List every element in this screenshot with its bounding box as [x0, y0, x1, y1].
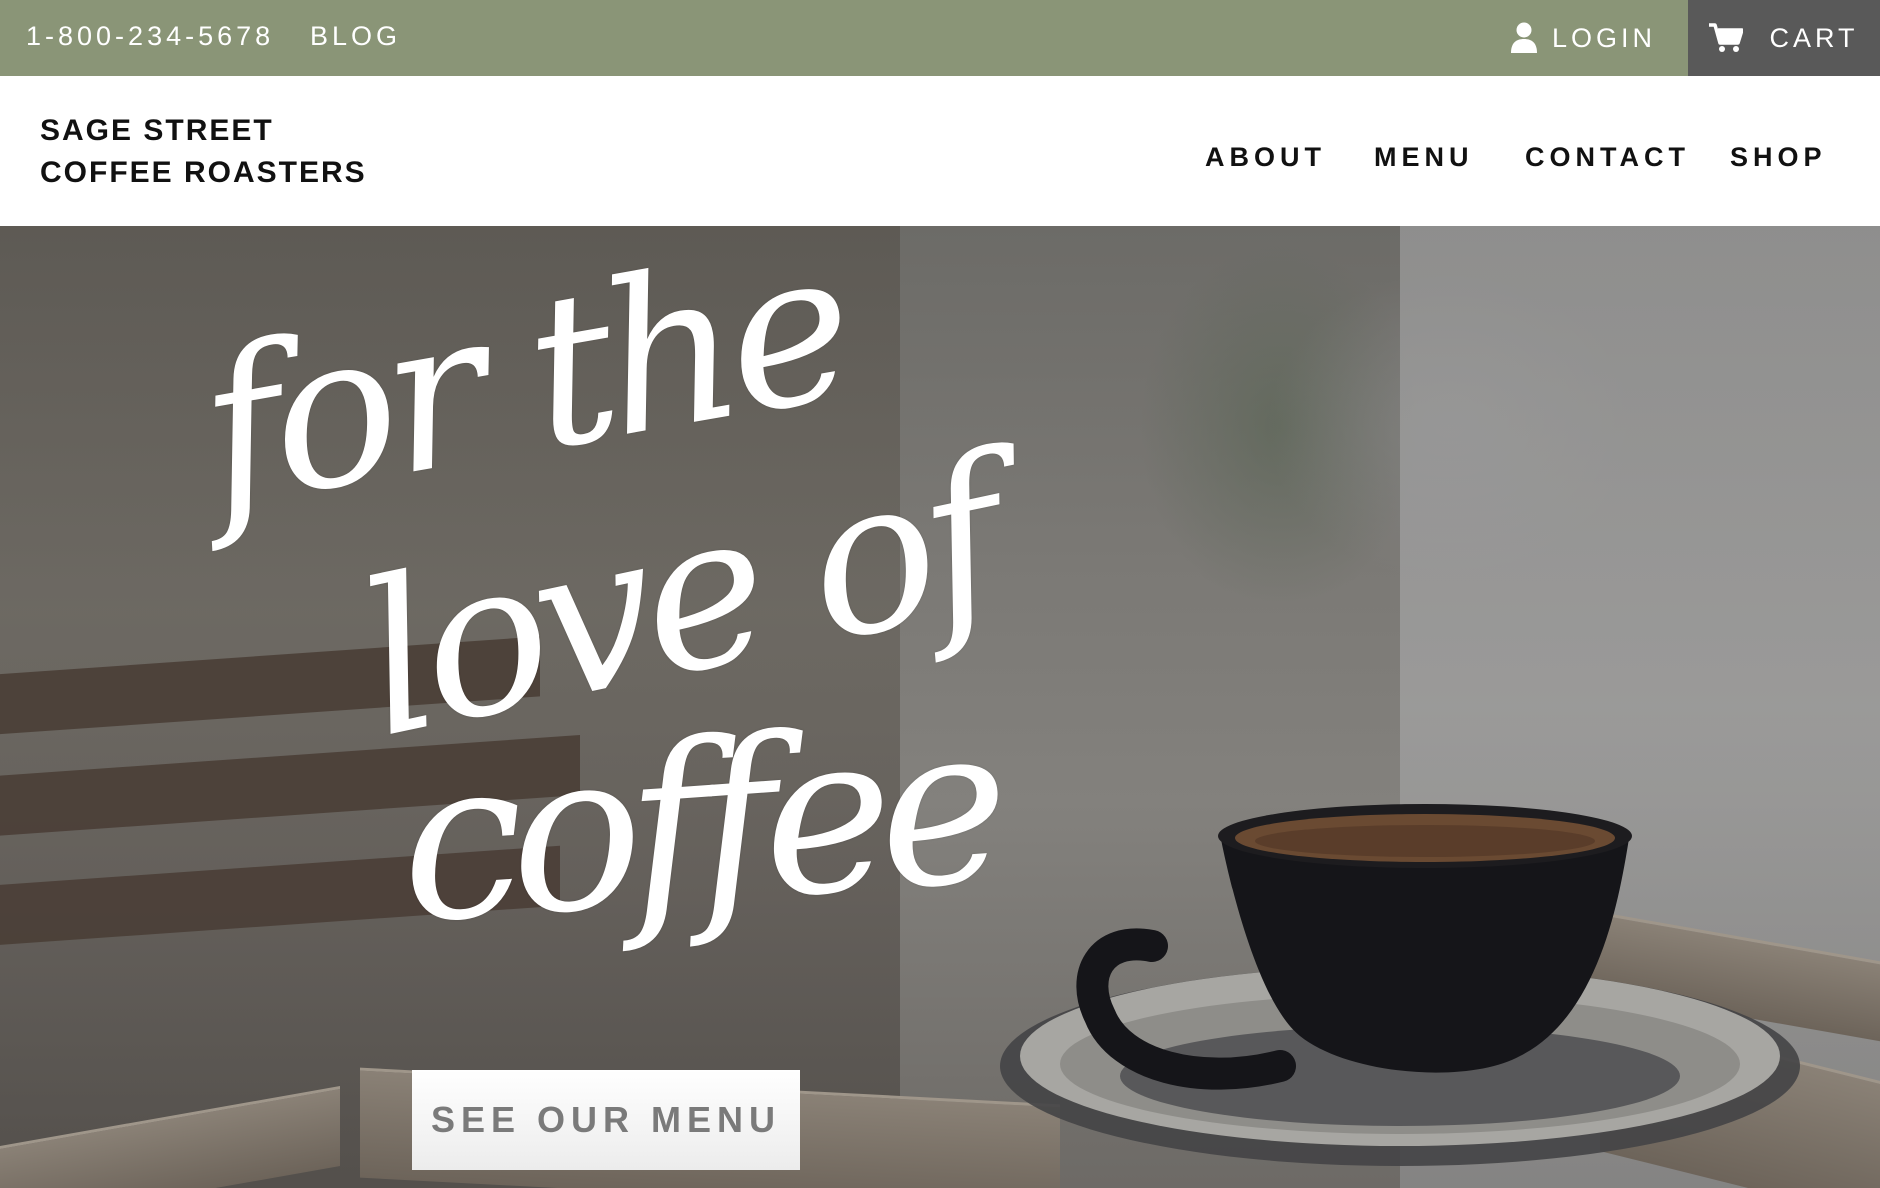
- hero-script-line-3: coffee: [391, 675, 1004, 973]
- cart-icon: [1709, 23, 1744, 52]
- brand-line-2: COFFEE ROASTERS: [40, 156, 367, 189]
- nav-contact[interactable]: CONTACT: [1525, 76, 1690, 226]
- nav-menu[interactable]: MENU: [1374, 76, 1474, 226]
- blog-link[interactable]: BLOG: [310, 0, 401, 76]
- utility-bar: 1-800-234-5678 BLOG LOGIN CART: [0, 0, 1880, 76]
- site-header: SAGE STREET COFFEE ROASTERS ABOUT MENU C…: [0, 76, 1880, 226]
- see-our-menu-button[interactable]: SEE OUR MENU: [412, 1070, 800, 1170]
- cart-button[interactable]: CART: [1688, 0, 1880, 76]
- nav-about[interactable]: ABOUT: [1205, 76, 1326, 226]
- hero-section: for the love of coffee SEE OUR MENU: [0, 226, 1880, 1188]
- coffee-cup-image: [1000, 804, 1800, 1166]
- brand-line-1: SAGE STREET: [40, 114, 274, 147]
- login-label: LOGIN: [1552, 23, 1657, 53]
- phone-link[interactable]: 1-800-234-5678: [26, 0, 274, 76]
- site-logo[interactable]: SAGE STREET COFFEE ROASTERS: [40, 110, 367, 194]
- cart-label: CART: [1769, 22, 1859, 53]
- login-link[interactable]: LOGIN: [1510, 0, 1656, 76]
- user-icon: [1511, 22, 1537, 53]
- nav-shop[interactable]: SHOP: [1730, 76, 1827, 226]
